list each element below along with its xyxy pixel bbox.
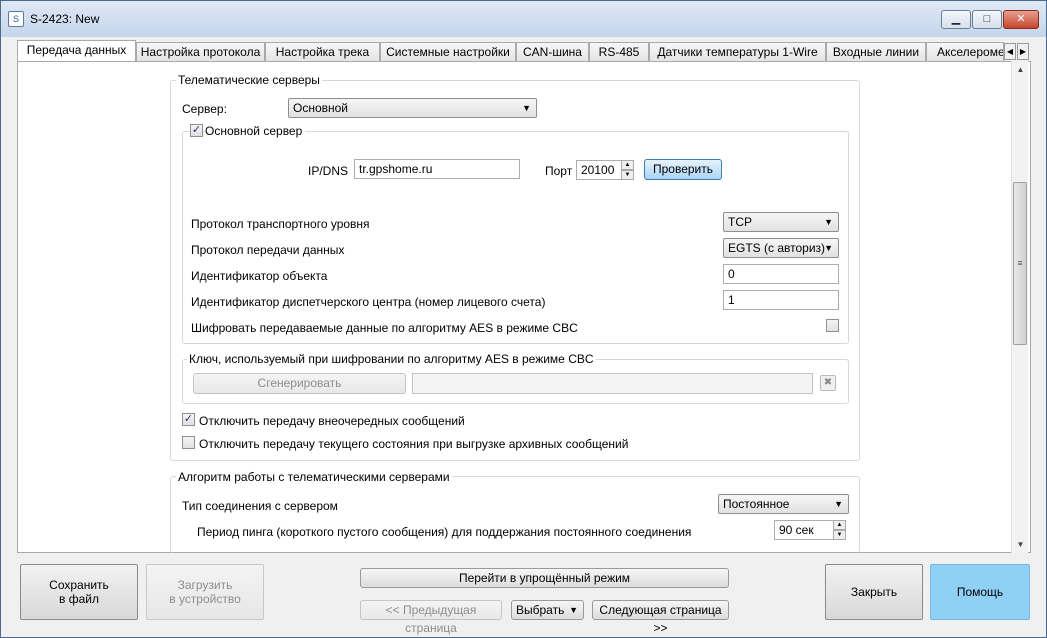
port-down-icon[interactable]: ▼ — [621, 170, 634, 180]
chevron-down-icon: ▼ — [522, 103, 531, 113]
algorithm-legend: Алгоритм работы с телематическими сервер… — [176, 470, 452, 484]
prev-page-button[interactable]: << Предыдущая страница — [360, 600, 502, 635]
tab-1wire-temp[interactable]: Датчики температуры 1-Wire — [649, 42, 826, 62]
tab-bar: Передача данных Настройка протокола Наст… — [17, 40, 1031, 63]
main-server-label: Основной сервер — [205, 124, 306, 138]
transport-protocol-value: TCP — [728, 215, 752, 229]
check-button[interactable]: Проверить — [644, 159, 722, 180]
ip-dns-label: IP/DNS — [308, 164, 349, 178]
select-button[interactable]: Выбрать ▼ — [511, 600, 584, 620]
ping-down-icon[interactable]: ▼ — [833, 530, 846, 540]
transport-protocol-label: Протокол транспортного уровня — [191, 217, 370, 231]
load-to-device-button[interactable]: Загрузить в устройство — [146, 564, 264, 620]
port-stepper[interactable]: ▲ ▼ — [621, 160, 634, 180]
scroll-down-icon[interactable]: ▼ — [1012, 536, 1029, 553]
select-button-label: Выбрать — [516, 603, 565, 617]
tab-scroll-right-icon[interactable]: ▶ — [1017, 43, 1029, 60]
server-label: Сервер: — [182, 102, 227, 116]
aes-encrypt-label: Шифровать передаваемые данные по алгорит… — [191, 321, 578, 335]
maximize-button[interactable]: □ — [972, 10, 1002, 29]
scroll-thumb[interactable]: ≡ — [1013, 182, 1027, 345]
port-label: Порт — [545, 164, 573, 178]
next-page-button[interactable]: Следующая страница >> — [592, 600, 729, 635]
save-to-file-button[interactable]: Сохранить в файл — [20, 564, 138, 620]
app-window: S S-2423: New ▁ □ ✕ Передача данных Наст… — [0, 0, 1047, 638]
ping-period-label: Период пинга (короткого пустого сообщени… — [197, 525, 692, 539]
window-title: S-2423: New — [30, 12, 100, 26]
tab-accelerometer[interactable]: Акселерометр — [926, 42, 1004, 62]
disable-extra-messages-label: Отключить передачу внеочередных сообщени… — [199, 414, 465, 428]
tab-track-settings[interactable]: Настройка трека — [265, 42, 380, 62]
disable-current-state-label: Отключить передачу текущего состояния пр… — [199, 437, 629, 451]
ping-period-input[interactable]: 90 сек — [774, 520, 834, 540]
aes-key-legend: Ключ, используемый при шифровании по алг… — [187, 352, 596, 366]
ip-dns-input[interactable]: tr.gpshome.ru — [354, 159, 520, 179]
tab-scroll-left-icon[interactable]: ◀ — [1004, 43, 1016, 60]
help-button[interactable]: Помощь — [930, 564, 1030, 620]
port-input[interactable]: 20100 — [576, 160, 622, 180]
server-select[interactable]: Основной ▼ — [288, 98, 537, 118]
server-select-value: Основной — [293, 101, 349, 115]
ping-up-icon[interactable]: ▲ — [833, 520, 846, 530]
clear-key-icon[interactable]: ✖ — [820, 375, 836, 391]
chevron-down-icon: ▼ — [569, 605, 578, 615]
title-bar: S S-2423: New ▁ □ ✕ — [1, 1, 1046, 37]
gps-app-icon: S — [8, 11, 24, 27]
disable-current-state-checkbox[interactable] — [182, 436, 195, 449]
aes-encrypt-checkbox[interactable] — [826, 319, 839, 332]
chevron-down-icon: ▼ — [824, 243, 833, 253]
generate-key-button[interactable]: Сгенерировать — [193, 373, 406, 394]
simple-mode-button[interactable]: Перейти в упрощённый режим — [360, 568, 729, 588]
tab-system-settings[interactable]: Системные настройки — [380, 42, 516, 62]
object-id-label: Идентификатор объекта — [191, 269, 328, 283]
tab-rs485[interactable]: RS-485 — [589, 42, 649, 62]
aes-key-input[interactable] — [412, 373, 813, 394]
close-button[interactable]: Закрыть — [825, 564, 923, 620]
connection-type-value: Постоянное — [723, 497, 790, 511]
ping-period-stepper[interactable]: ▲ ▼ — [833, 520, 846, 540]
tab-input-lines[interactable]: Входные линии — [826, 42, 926, 62]
algorithm-group — [170, 476, 860, 553]
data-protocol-value: EGTS (с авториз) — [728, 241, 826, 255]
tab-data-transfer[interactable]: Передача данных — [17, 40, 136, 63]
telematic-servers-legend: Телематические серверы — [176, 73, 322, 87]
vertical-scrollbar[interactable]: ▲ ≡ ▼ — [1011, 61, 1028, 553]
dispatcher-id-label: Идентификатор диспетчерского центра (ном… — [191, 295, 546, 309]
dispatcher-id-input[interactable]: 1 — [723, 290, 839, 310]
port-up-icon[interactable]: ▲ — [621, 160, 634, 170]
scroll-up-icon[interactable]: ▲ — [1012, 61, 1029, 78]
connection-type-select[interactable]: Постоянное ▼ — [718, 494, 849, 514]
data-protocol-label: Протокол передачи данных — [191, 243, 345, 257]
chevron-down-icon: ▼ — [824, 217, 833, 227]
tab-protocol-settings[interactable]: Настройка протокола — [136, 42, 265, 62]
transport-protocol-select[interactable]: TCP ▼ — [723, 212, 839, 232]
connection-type-label: Тип соединения с сервером — [182, 499, 338, 513]
tab-can-bus[interactable]: CAN-шина — [516, 42, 589, 62]
close-window-button[interactable]: ✕ — [1003, 10, 1039, 29]
data-protocol-select[interactable]: EGTS (с авториз) ▼ — [723, 238, 839, 258]
main-server-checkbox[interactable]: ✓ — [190, 124, 203, 137]
chevron-down-icon: ▼ — [834, 499, 843, 509]
object-id-input[interactable]: 0 — [723, 264, 839, 284]
minimize-button[interactable]: ▁ — [941, 10, 971, 29]
disable-extra-messages-checkbox[interactable]: ✓ — [182, 413, 195, 426]
